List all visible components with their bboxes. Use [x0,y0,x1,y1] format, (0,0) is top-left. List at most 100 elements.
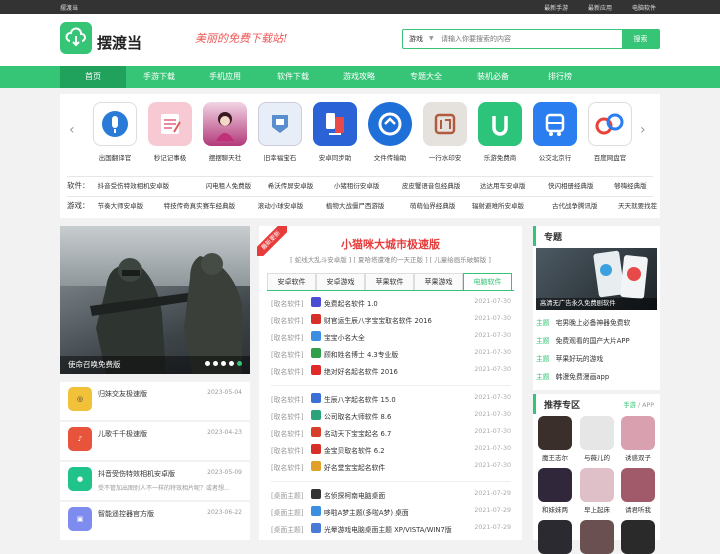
recommend-item[interactable]: 早上起床 [578,468,616,514]
item-title[interactable]: 哆啦A梦主题(多啦A梦) 桌面 [324,507,409,517]
category-link[interactable]: 皮皮蟹语音包经典版 [402,180,478,190]
list-item[interactable]: [取名软件] 顾和姓名博士 4.3专业版 2021-07-30 [271,345,511,362]
side-app-title[interactable]: 儿歌千千极速版 [98,429,147,439]
banner-caption[interactable]: 使命召唤免费版 [68,359,121,370]
category-link[interactable]: 节奏大师安卓版 [98,200,162,210]
category-link[interactable]: 辐射避难所安卓版 [472,200,550,210]
recommend-item[interactable] [619,520,657,554]
top-link-pc-software[interactable]: 电脑软件 [632,5,656,12]
carousel-dot[interactable] [213,361,218,366]
logo-text[interactable]: 摆渡当 [97,32,142,53]
category-link[interactable]: 滚动小球安卓版 [258,200,324,210]
item-category[interactable]: [取名软件] [271,394,304,404]
recommend-item[interactable]: 请君听我 [619,468,657,514]
category-link[interactable]: 天天就要找茬安卓 [618,200,657,210]
topic-item[interactable]: 主题 苹果好玩的游戏 [536,353,657,367]
nav-item-guides[interactable]: 游戏攻略 [326,66,392,88]
headline-sub-links[interactable]: [ 蛇线大乱斗安卓版 ] [ 夏哈塔遭难的一天正版 ] [ 儿童绘画乐破解版 ] [259,254,522,264]
recommend-item[interactable]: 诱惑双子 [619,416,657,462]
side-app-card[interactable]: ▣ 智能遥控器官方版 2023-06-22 [60,502,250,540]
item-title[interactable]: 免费起名软件 1.0 [324,298,378,308]
category-link[interactable]: 闪电租人免费版 [206,180,266,190]
recommend-item[interactable]: 魔王志尔 [536,416,574,462]
item-category[interactable]: [取名软件] [271,366,304,376]
search-button[interactable]: 搜索 [622,30,659,48]
list-item[interactable]: [取名软件] 财官运生辰八字宝宝取名软件 2016 2021-07-30 [271,311,511,328]
category-link[interactable]: 古代战争腾讯版 [552,200,616,210]
tab-ios-software[interactable]: 苹果软件 [365,273,414,290]
list-item[interactable]: [桌面主题] 光晕游戏电脑桌面主题 XP/VISTA/WIN7版 2021-07-2… [271,520,511,537]
app-tile[interactable]: 公交北京行 [528,102,582,162]
topic-item[interactable]: 主题 韩漫免费漫画app [536,371,657,385]
app-tile[interactable]: 乐游免费商 [473,102,527,162]
app-tile[interactable]: 旧幸福宝石 [253,102,307,162]
tab-android-games[interactable]: 安卓游戏 [316,273,365,290]
category-link[interactable]: 够嗨经典版 [614,180,657,190]
item-title[interactable]: 绝对好名起名软件 2016 [324,366,398,376]
category-link[interactable]: 快闪相册经典版 [548,180,612,190]
tab-pc-software[interactable]: 电脑软件 [463,273,512,290]
list-item[interactable]: [取名软件] 金宝贝取名软件 6.2 2021-07-30 [271,441,511,458]
item-title[interactable]: 顾和姓名博士 4.3专业版 [324,349,398,359]
recommend-name[interactable]: 诱惑双子 [619,452,657,462]
list-item[interactable]: [桌面主题] 名侦探柯南电脑桌面 2021-07-29 [271,486,511,503]
nav-item-software[interactable]: 软件下载 [260,66,326,88]
item-category[interactable]: [取名软件] [271,332,304,342]
nav-item-mobile-games[interactable]: 手游下载 [126,66,192,88]
item-title[interactable]: 生辰八字起名软件 15.0 [324,394,396,404]
nav-item-essentials[interactable]: 装机必备 [460,66,526,88]
category-link[interactable]: 达达用车安卓版 [480,180,546,190]
recommend-tab-games[interactable]: 手游 [623,402,636,409]
app-tile[interactable]: 文件传输助 [363,102,417,162]
top-link-latest-games[interactable]: 最新手游 [544,5,568,12]
recommend-name[interactable]: 早上起床 [578,504,616,514]
item-title[interactable]: 名动天下宝宝起名 6.7 [324,428,391,438]
recommend-name[interactable]: 魔王志尔 [536,452,574,462]
item-title[interactable]: 金宝贝取名软件 6.2 [324,445,385,455]
item-category[interactable]: [取名软件] [271,349,304,359]
topic-title[interactable]: 宅男晚上必备神器免费软 [556,319,631,327]
item-category[interactable]: [取名软件] [271,315,304,325]
app-tile[interactable]: 出国翻译官 [88,102,142,162]
topic-title[interactable]: 韩漫免费漫画app [556,373,610,381]
side-app-title[interactable]: 智能遥控器官方版 [98,509,154,519]
headline-link[interactable]: 小猫咪大城市极速版 [259,236,522,252]
list-item[interactable]: [取名软件] 绝对好名起名软件 2016 2021-07-30 [271,362,511,379]
topic-image[interactable]: 高清无广告永久免费剧软件 [536,248,657,310]
tab-android-software[interactable]: 安卓软件 [267,273,316,290]
recommend-item[interactable]: 和妹妹两 [536,468,574,514]
list-item[interactable]: [取名软件] 好名堂宝宝起名软件 2021-07-30 [271,458,511,475]
tab-ios-games[interactable]: 苹果游戏 [414,273,463,290]
item-category[interactable]: [取名软件] [271,411,304,421]
item-title[interactable]: 宝宝小名大全 [324,332,365,342]
featured-banner[interactable]: 使命召唤免费版 [60,226,250,374]
item-category[interactable]: [取名软件] [271,298,304,308]
nav-item-rankings[interactable]: 排行榜 [527,66,593,88]
app-tile[interactable]: 百度网盘官 [583,102,637,162]
category-link[interactable]: 抖音受伤特效相机安卓版 [98,180,204,190]
item-title[interactable]: 名侦探柯南电脑桌面 [324,490,385,500]
recommend-item[interactable]: 与薇儿的 [578,416,616,462]
list-item[interactable]: [取名软件] 公司取名大师软件 8.6 2021-07-30 [271,407,511,424]
app-tile[interactable]: 摆摆聊天社 [198,102,252,162]
list-item[interactable]: [取名软件] 宝宝小名大全 2021-07-30 [271,328,511,345]
item-category[interactable]: [取名软件] [271,428,304,438]
side-app-card[interactable]: ● 抖音受伤特效相机安卓版 2023-05-09 受不管加出图别人不一样的特效相… [60,462,250,500]
item-title[interactable]: 公司取名大师软件 8.6 [324,411,391,421]
item-category[interactable]: [桌面主题] [271,507,304,517]
nav-item-mobile-apps[interactable]: 手机应用 [192,66,258,88]
list-item[interactable]: [桌面主题] 哆啦A梦主题(多啦A梦) 桌面 2021-07-29 [271,503,511,520]
carousel-dot[interactable] [205,361,210,366]
list-item[interactable]: [取名软件] 生辰八字起名软件 15.0 2021-07-30 [271,390,511,407]
category-link[interactable]: 希沃传屏安卓版 [268,180,332,190]
topic-title[interactable]: 苹果好玩的游戏 [556,355,604,363]
recommend-name[interactable]: 请君听我 [619,504,657,514]
app-tile[interactable]: 秒记记事极 [143,102,197,162]
recommend-tab-apps[interactable]: APP [642,402,654,409]
item-category[interactable]: [取名软件] [271,462,304,472]
topic-image-caption[interactable]: 高清无广告永久免费剧软件 [536,298,657,310]
chevron-left-icon[interactable]: ‹ [69,122,75,138]
list-item[interactable]: [取名软件] 免费起名软件 1.0 2021-07-30 [271,294,511,311]
app-tile[interactable]: 一行水印安 [418,102,472,162]
topic-item[interactable]: 主题 宅男晚上必备神器免费软 [536,317,657,331]
